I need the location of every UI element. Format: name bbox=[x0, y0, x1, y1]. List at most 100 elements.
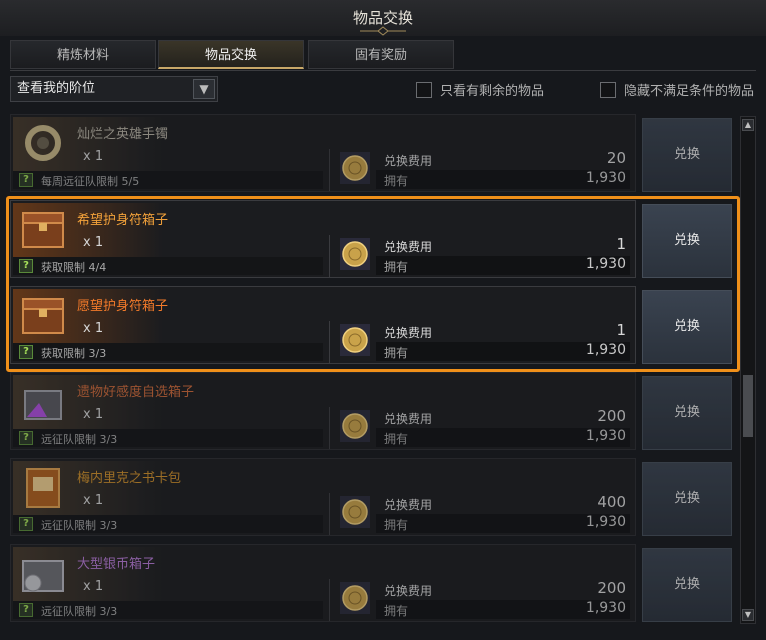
scroll-down-icon[interactable]: ▼ bbox=[742, 609, 754, 621]
item-name: 大型银币箱子 bbox=[77, 557, 156, 572]
own-label: 拥有 bbox=[384, 518, 409, 532]
limit-text: 获取限制 3/3 bbox=[41, 347, 107, 360]
item-quantity: x 1 bbox=[83, 235, 104, 250]
currency-coin-icon bbox=[340, 410, 370, 442]
cost-label: 兑换费用 bbox=[384, 154, 433, 168]
tier-dropdown[interactable]: 查看我的阶位 ▼ bbox=[10, 76, 218, 102]
help-question-icon[interactable]: ? bbox=[19, 603, 33, 617]
item-quantity: x 1 bbox=[83, 407, 104, 422]
cost-value: 1 bbox=[616, 321, 626, 339]
item-card: 愿望护身符箱子 x 1 ? 获取限制 3/3 兑换费用 拥有 1 1,930 bbox=[10, 286, 636, 364]
limit-bar: ? 远征队限制 3/3 bbox=[13, 601, 323, 619]
item-name: 愿望护身符箱子 bbox=[77, 299, 169, 314]
item-card: 梅内里克之书卡包 x 1 ? 远征队限制 3/3 兑换费用 拥有 400 1,9… bbox=[10, 458, 636, 536]
exchange-button[interactable]: 兑换 bbox=[642, 376, 732, 450]
limit-bar: ? 每周远征队限制 5/5 bbox=[13, 171, 323, 189]
gift-box-icon bbox=[24, 390, 62, 420]
currency-coin-icon bbox=[340, 496, 370, 528]
hide-unmet-checkbox[interactable]: 隐藏不满足条件的物品 bbox=[600, 80, 754, 99]
currency-coin-icon bbox=[340, 238, 370, 270]
silver-chest-icon bbox=[22, 560, 64, 592]
checkbox-box[interactable] bbox=[416, 81, 432, 98]
own-value: 1,930 bbox=[585, 342, 626, 358]
exchange-row: 愿望护身符箱子 x 1 ? 获取限制 3/3 兑换费用 拥有 1 1,930 兑… bbox=[10, 284, 738, 364]
cost-label: 兑换费用 bbox=[384, 584, 433, 598]
own-label: 拥有 bbox=[384, 260, 409, 274]
hide-unmet-label: 隐藏不满足条件的物品 bbox=[624, 84, 755, 99]
chest-icon bbox=[22, 298, 64, 334]
exchange-button[interactable]: 兑换 bbox=[642, 548, 732, 622]
limit-bar: ? 远征队限制 3/3 bbox=[13, 515, 323, 533]
chevron-down-icon[interactable]: ▼ bbox=[193, 79, 215, 99]
cost-box: 兑换费用 拥有 400 1,930 bbox=[329, 493, 634, 535]
limit-bar: ? 远征队限制 3/3 bbox=[13, 429, 323, 447]
currency-coin-icon bbox=[340, 582, 370, 614]
cost-value: 200 bbox=[597, 579, 626, 597]
limit-text: 远征队限制 3/3 bbox=[41, 519, 118, 532]
cost-box: 兑换费用 拥有 20 1,930 bbox=[329, 149, 634, 191]
help-question-icon[interactable]: ? bbox=[19, 259, 33, 273]
item-quantity: x 1 bbox=[83, 493, 104, 508]
cost-box: 兑换费用 拥有 200 1,930 bbox=[329, 407, 634, 449]
chest-icon bbox=[22, 212, 64, 248]
scrollbar[interactable]: ▲ ▼ bbox=[740, 116, 756, 624]
item-card: 大型银币箱子 x 1 ? 远征队限制 3/3 兑换费用 拥有 200 1,930 bbox=[10, 544, 636, 622]
item-list: 灿烂之英雄手镯 x 1 ? 每周远征队限制 5/5 兑换费用 拥有 20 1,9… bbox=[10, 112, 738, 632]
own-value: 1,930 bbox=[585, 514, 626, 530]
exchange-button[interactable]: 兑换 bbox=[642, 290, 732, 364]
currency-coin-icon bbox=[340, 324, 370, 356]
cost-label: 兑换费用 bbox=[384, 326, 433, 340]
help-question-icon[interactable]: ? bbox=[19, 173, 33, 187]
help-question-icon[interactable]: ? bbox=[19, 431, 33, 445]
tab-intrinsic-rewards[interactable]: 固有奖励 bbox=[308, 40, 454, 69]
item-quantity: x 1 bbox=[83, 149, 104, 164]
tab-item-exchange[interactable]: 物品交换 bbox=[158, 40, 304, 69]
item-name: 希望护身符箱子 bbox=[77, 213, 169, 228]
item-card: 灿烂之英雄手镯 x 1 ? 每周远征队限制 5/5 兑换费用 拥有 20 1,9… bbox=[10, 114, 636, 192]
currency-coin-icon bbox=[340, 152, 370, 184]
own-label: 拥有 bbox=[384, 174, 409, 188]
item-card: 遗物好感度自选箱子 x 1 ? 远征队限制 3/3 兑换费用 拥有 200 1,… bbox=[10, 372, 636, 450]
cost-value: 200 bbox=[597, 407, 626, 425]
help-question-icon[interactable]: ? bbox=[19, 517, 33, 531]
own-value: 1,930 bbox=[585, 170, 626, 186]
exchange-button[interactable]: 兑换 bbox=[642, 204, 732, 278]
exchange-button[interactable]: 兑换 bbox=[642, 118, 732, 192]
cost-box: 兑换费用 拥有 200 1,930 bbox=[329, 579, 634, 621]
item-quantity: x 1 bbox=[83, 321, 104, 336]
title-bar: 物品交换 bbox=[0, 0, 766, 36]
title-ornament-icon bbox=[360, 26, 406, 36]
limit-text: 远征队限制 3/3 bbox=[41, 433, 118, 446]
tab-refining-materials[interactable]: 精炼材料 bbox=[10, 40, 156, 69]
item-quantity: x 1 bbox=[83, 579, 104, 594]
tab-bar: 精炼材料 物品交换 固有奖励 bbox=[10, 40, 756, 71]
limit-bar: ? 获取限制 4/4 bbox=[13, 257, 323, 275]
cost-value: 20 bbox=[606, 149, 626, 167]
own-label: 拥有 bbox=[384, 432, 409, 446]
cost-label: 兑换费用 bbox=[384, 412, 433, 426]
own-label: 拥有 bbox=[384, 346, 409, 360]
exchange-button[interactable]: 兑换 bbox=[642, 462, 732, 536]
bracelet-icon bbox=[25, 125, 61, 161]
help-question-icon[interactable]: ? bbox=[19, 345, 33, 359]
tier-dropdown-value: 查看我的阶位 bbox=[17, 81, 96, 96]
exchange-row: 梅内里克之书卡包 x 1 ? 远征队限制 3/3 兑换费用 拥有 400 1,9… bbox=[10, 456, 738, 536]
limit-text: 远征队限制 3/3 bbox=[41, 605, 118, 618]
limit-text: 获取限制 4/4 bbox=[41, 261, 107, 274]
scroll-up-icon[interactable]: ▲ bbox=[742, 119, 754, 131]
scroll-thumb[interactable] bbox=[743, 375, 753, 437]
cost-value: 1 bbox=[616, 235, 626, 253]
exchange-row: 希望护身符箱子 x 1 ? 获取限制 4/4 兑换费用 拥有 1 1,930 兑… bbox=[10, 198, 738, 278]
exchange-row: 灿烂之英雄手镯 x 1 ? 每周远征队限制 5/5 兑换费用 拥有 20 1,9… bbox=[10, 112, 738, 192]
remaining-only-label: 只看有剩余的物品 bbox=[440, 84, 545, 99]
item-name: 梅内里克之书卡包 bbox=[77, 471, 182, 486]
exchange-row: 遗物好感度自选箱子 x 1 ? 远征队限制 3/3 兑换费用 拥有 200 1,… bbox=[10, 370, 738, 450]
book-icon bbox=[26, 468, 60, 508]
own-value: 1,930 bbox=[585, 600, 626, 616]
remaining-only-checkbox[interactable]: 只看有剩余的物品 bbox=[416, 80, 544, 99]
item-name: 灿烂之英雄手镯 bbox=[77, 127, 169, 142]
checkbox-box[interactable] bbox=[600, 81, 616, 98]
cost-value: 400 bbox=[597, 493, 626, 511]
cost-label: 兑换费用 bbox=[384, 240, 433, 254]
limit-text: 每周远征队限制 5/5 bbox=[41, 175, 140, 188]
